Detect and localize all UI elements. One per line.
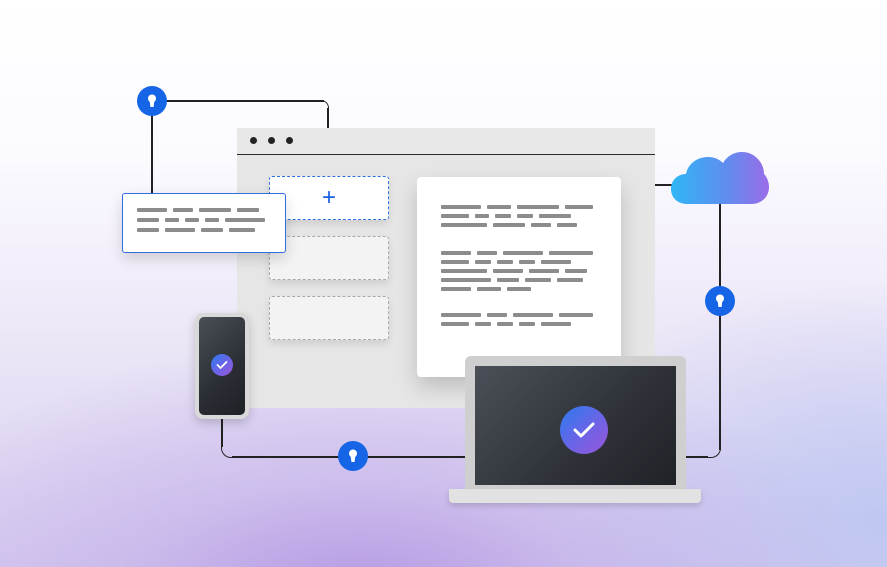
text-line <box>559 313 593 317</box>
text-line <box>475 214 489 218</box>
text-line <box>199 208 231 212</box>
note-card <box>122 193 286 253</box>
text-line <box>557 278 583 282</box>
text-line <box>441 322 469 326</box>
text-line <box>495 214 511 218</box>
text-line <box>475 322 491 326</box>
text-line <box>137 208 167 212</box>
text-line <box>185 218 199 222</box>
text-line <box>441 287 471 291</box>
add-item-slot[interactable]: + <box>269 176 389 220</box>
text-line <box>477 287 501 291</box>
text-line <box>205 218 219 222</box>
text-line <box>477 251 497 255</box>
keyhole-lock-icon <box>338 441 368 471</box>
text-line <box>237 208 259 212</box>
text-line <box>557 223 577 227</box>
laptop <box>465 356 686 490</box>
connector-line-right-corner <box>706 443 721 458</box>
text-line <box>507 287 531 291</box>
text-line <box>525 278 551 282</box>
text-line <box>517 214 533 218</box>
text-line <box>493 223 525 227</box>
window-dot-1 <box>250 137 257 144</box>
text-line <box>487 313 507 317</box>
text-line <box>539 214 571 218</box>
window-dot-2 <box>268 137 275 144</box>
text-line <box>493 269 523 273</box>
connector-line-top-right-vertical <box>327 108 329 128</box>
text-line <box>165 228 195 232</box>
text-line <box>441 260 469 264</box>
security-sync-illustration: + <box>0 0 887 567</box>
text-line <box>441 251 471 255</box>
text-line <box>529 269 559 273</box>
text-line <box>519 322 535 326</box>
laptop-screen <box>475 366 676 485</box>
text-line <box>225 218 265 222</box>
keyhole-lock-icon <box>137 86 167 116</box>
text-line <box>517 205 559 209</box>
text-line <box>441 205 481 209</box>
text-line <box>137 228 159 232</box>
text-line <box>519 260 535 264</box>
text-line <box>441 269 487 273</box>
text-line <box>565 269 587 273</box>
plus-icon: + <box>321 184 336 211</box>
connector-line-top-horizontal <box>152 100 324 102</box>
browser-titlebar <box>237 128 655 155</box>
text-line <box>541 260 571 264</box>
text-line <box>137 218 159 222</box>
text-line <box>475 260 491 264</box>
text-line <box>549 251 593 255</box>
text-line <box>441 278 491 282</box>
text-line <box>503 251 543 255</box>
checkmark-badge-icon <box>211 354 233 376</box>
text-line <box>229 228 255 232</box>
checkmark-badge-icon <box>560 406 608 454</box>
text-line <box>201 228 223 232</box>
text-line <box>441 214 469 218</box>
smartphone <box>195 313 249 419</box>
connector-line-laptop-right <box>686 456 708 458</box>
text-line <box>165 218 179 222</box>
document-card <box>417 177 621 377</box>
laptop-base <box>449 489 701 503</box>
text-line <box>531 223 551 227</box>
text-line <box>497 322 513 326</box>
text-line <box>497 278 519 282</box>
text-line <box>487 205 511 209</box>
connector-line-right-vertical <box>719 200 721 450</box>
text-line <box>541 322 571 326</box>
text-line <box>497 260 513 264</box>
keyhole-lock-icon <box>705 286 735 316</box>
text-line <box>441 313 481 317</box>
empty-slot-2[interactable] <box>269 296 389 340</box>
window-dot-3 <box>286 137 293 144</box>
text-line <box>565 205 593 209</box>
cloud-icon <box>671 152 769 204</box>
empty-slot-1[interactable] <box>269 236 389 280</box>
text-line <box>173 208 193 212</box>
text-line <box>441 223 487 227</box>
phone-screen <box>199 317 245 415</box>
text-line <box>513 313 553 317</box>
